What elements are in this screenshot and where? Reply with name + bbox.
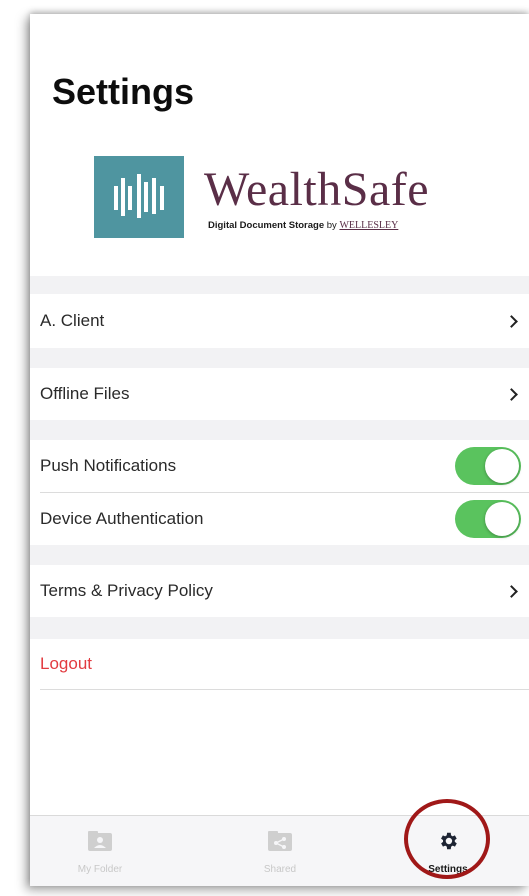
tab-label: Shared	[263, 864, 297, 875]
row-divider	[40, 689, 529, 690]
chevron-right-icon	[505, 387, 518, 401]
logo-tagline-main: Digital Document Storage	[208, 220, 325, 231]
section-spacer	[30, 348, 529, 368]
device-authentication-toggle[interactable]	[455, 500, 521, 538]
offline-files-row[interactable]: Offline Files	[30, 368, 529, 420]
logo-wordmark: WealthSafe	[204, 163, 430, 216]
logo-tagline-by: by	[326, 220, 337, 231]
section-spacer	[30, 420, 529, 440]
tab-shared[interactable]: Shared	[210, 816, 350, 886]
logo-tagline-brand: WELLESLEY	[339, 220, 399, 231]
section-spacer	[30, 276, 529, 294]
folder-person-icon	[87, 830, 113, 857]
device-authentication-label: Device Authentication	[40, 509, 204, 528]
highlight-ring-annotation	[404, 799, 490, 879]
account-name: A. Client	[40, 311, 105, 330]
settings-screen: Settings WealthSafe Digital Document Sto…	[30, 14, 529, 886]
logo-tagline: Digital Document Storage by WELLESLEY	[208, 220, 398, 231]
toggle-knob	[485, 449, 519, 483]
tab-label: My Folder	[77, 864, 123, 875]
account-row[interactable]: A. Client	[30, 294, 529, 348]
chevron-right-icon	[505, 584, 518, 598]
push-notifications-toggle[interactable]	[455, 447, 521, 485]
push-notifications-row: Push Notifications	[30, 440, 529, 492]
shared-folder-icon	[267, 830, 293, 857]
tab-my-folder[interactable]: My Folder	[30, 816, 170, 886]
device-authentication-row: Device Authentication	[30, 493, 529, 545]
terms-label: Terms & Privacy Policy	[40, 581, 213, 600]
push-notifications-label: Push Notifications	[40, 456, 177, 475]
section-spacer	[30, 617, 529, 639]
logout-row[interactable]: Logout	[30, 639, 529, 689]
section-spacer	[30, 545, 529, 565]
terms-row[interactable]: Terms & Privacy Policy	[30, 565, 529, 617]
chevron-right-icon	[505, 314, 518, 328]
offline-files-label: Offline Files	[40, 384, 130, 403]
toggle-knob	[485, 502, 519, 536]
page-title: Settings	[52, 71, 195, 112]
wealthsafe-logo-icon	[94, 156, 184, 238]
logout-label: Logout	[40, 654, 92, 673]
